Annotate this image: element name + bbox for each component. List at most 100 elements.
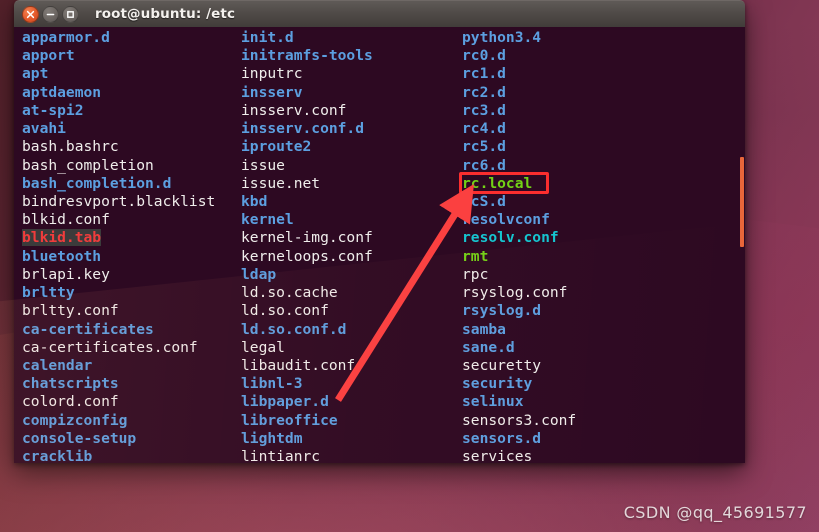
ls-entry: rmt — [462, 248, 576, 266]
ls-entry: colord.conf — [22, 393, 215, 411]
ls-entry: blkid.tab — [22, 229, 215, 247]
ls-column-2: init.d initramfs-tools inputrc insserv insse… — [241, 29, 373, 463]
ls-entry: insserv — [241, 84, 373, 102]
ls-entry: kerneloops.conf — [241, 248, 373, 266]
ls-entry-label: kerneloops.conf — [241, 247, 373, 265]
ls-entry-label: blkid.tab — [22, 229, 102, 247]
ls-entry: kernel — [241, 211, 373, 229]
desktop-wallpaper: root@ubuntu: /etc apparmor.d apport apt apt… — [0, 0, 819, 532]
ls-entry: kernel-img.conf — [241, 229, 373, 247]
ls-entry: ld.so.conf.d — [241, 321, 373, 339]
ls-entry: apparmor.d — [22, 29, 215, 47]
ls-entry: insserv.conf — [241, 102, 373, 120]
ls-entry-label: apt — [22, 65, 49, 83]
ls-entry-label: inputrc — [241, 65, 303, 83]
ls-entry: lintianrc — [241, 448, 373, 463]
ls-entry: apt — [22, 65, 215, 83]
ls-entry: aptdaemon — [22, 84, 215, 102]
ls-entry: rc1.d — [462, 65, 576, 83]
terminal-output-area[interactable]: apparmor.d apport apt aptdaemon at-spi2 avahi… — [14, 27, 745, 463]
ls-entry-label: avahi — [22, 120, 66, 138]
close-icon[interactable] — [22, 5, 39, 23]
ls-entry-label: insserv.conf.d — [241, 120, 365, 138]
ls-entry-label: bash.bashrc — [22, 138, 119, 156]
ls-entry: sensors.d — [462, 430, 576, 448]
ls-entry-label: rsyslog.conf — [462, 284, 568, 302]
ls-entry: samba — [462, 321, 576, 339]
ls-entry: brltty.conf — [22, 302, 215, 320]
ls-entry: rc6.d — [462, 157, 576, 175]
ls-entry: bash_completion — [22, 157, 215, 175]
ls-entry-label: rc0.d — [462, 47, 506, 65]
ls-entry: console-setup — [22, 430, 215, 448]
ls-entry: resolv.conf — [462, 229, 576, 247]
ls-entry-label: samba — [462, 320, 506, 338]
ls-entry: rsyslog.d — [462, 302, 576, 320]
maximize-icon[interactable] — [62, 5, 79, 23]
ls-entry: rpc — [462, 266, 576, 284]
ls-entry-label: ldap — [241, 265, 277, 283]
ls-entry-label: python3.4 — [462, 29, 542, 46]
ls-entry: issue.net — [241, 175, 373, 193]
ls-entry-label: chatscripts — [22, 375, 119, 393]
ls-column-1: apparmor.d apport apt aptdaemon at-spi2 avahi… — [22, 29, 215, 463]
ls-entry: legal — [241, 339, 373, 357]
ls-entry: rc0.d — [462, 47, 576, 65]
ls-entry-label: rsyslog.d — [462, 302, 542, 320]
ls-entry-label: rc6.d — [462, 156, 506, 174]
ls-output-grid: apparmor.d apport apt aptdaemon at-spi2 avahi… — [14, 27, 745, 463]
ls-entry: services — [462, 448, 576, 463]
ls-entry-label: initramfs-tools — [241, 47, 373, 65]
ls-entry-label: ca-certificates — [22, 320, 154, 338]
window-titlebar[interactable]: root@ubuntu: /etc — [14, 0, 745, 27]
ls-entry: rc3.d — [462, 102, 576, 120]
ls-entry: chatscripts — [22, 375, 215, 393]
ls-entry: apport — [22, 47, 215, 65]
ls-entry: rc2.d — [462, 84, 576, 102]
ls-entry-label: rc5.d — [462, 138, 506, 156]
terminal-scrollbar-thumb[interactable] — [740, 157, 744, 247]
ls-entry: bindresvport.blacklist — [22, 193, 215, 211]
ls-entry-label: lightdm — [241, 429, 303, 447]
ls-entry-label: iproute2 — [241, 138, 312, 156]
ls-entry: python3.4 — [462, 29, 576, 47]
ls-entry-label: ca-certificates.conf — [22, 338, 198, 356]
ls-entry-label: apport — [22, 47, 75, 65]
ls-entry-label: brltty.conf — [22, 302, 119, 320]
ls-entry: ld.so.conf — [241, 302, 373, 320]
ls-entry-label: kernel — [241, 211, 294, 229]
minimize-icon[interactable] — [42, 5, 59, 23]
ls-entry: insserv.conf.d — [241, 120, 373, 138]
ls-entry: init.d — [241, 29, 373, 47]
ls-entry-label: apparmor.d — [22, 29, 110, 46]
ls-entry-label: resolv.conf — [462, 229, 559, 247]
ls-entry-label: libnl-3 — [241, 375, 303, 393]
ls-entry-label: bindresvport.blacklist — [22, 192, 216, 210]
ls-entry: inputrc — [241, 65, 373, 83]
ls-entry-label: services — [462, 448, 533, 463]
ls-entry: rc4.d — [462, 120, 576, 138]
ls-entry: sensors3.conf — [462, 412, 576, 430]
ls-entry-label: insserv — [241, 83, 303, 101]
ls-entry: rc.local — [462, 175, 576, 193]
csdn-watermark: CSDN @qq_45691577 — [623, 503, 807, 522]
ls-entry: kbd — [241, 193, 373, 211]
ls-entry-label: brltty — [22, 284, 75, 302]
ls-entry: libpaper.d — [241, 393, 373, 411]
ls-entry-label: colord.conf — [22, 393, 119, 411]
ls-entry: ld.so.cache — [241, 284, 373, 302]
ls-entry: bluetooth — [22, 248, 215, 266]
ls-entry: iproute2 — [241, 138, 373, 156]
ls-entry-label: rc1.d — [462, 65, 506, 83]
ls-entry-label: compizconfig — [22, 411, 128, 429]
ls-entry-label: resolvconf — [462, 211, 550, 229]
terminal-scrollbar[interactable] — [740, 27, 745, 463]
ls-entry-label: rcS.d — [462, 192, 506, 210]
ls-entry-label: brlapi.key — [22, 265, 110, 283]
ls-entry-label: bash_completion — [22, 156, 154, 174]
ls-entry: ca-certificates.conf — [22, 339, 215, 357]
ls-entry: rsyslog.conf — [462, 284, 576, 302]
terminal-window[interactable]: root@ubuntu: /etc apparmor.d apport apt apt… — [14, 0, 745, 463]
ls-entry: libaudit.conf — [241, 357, 373, 375]
ls-entry: issue — [241, 157, 373, 175]
